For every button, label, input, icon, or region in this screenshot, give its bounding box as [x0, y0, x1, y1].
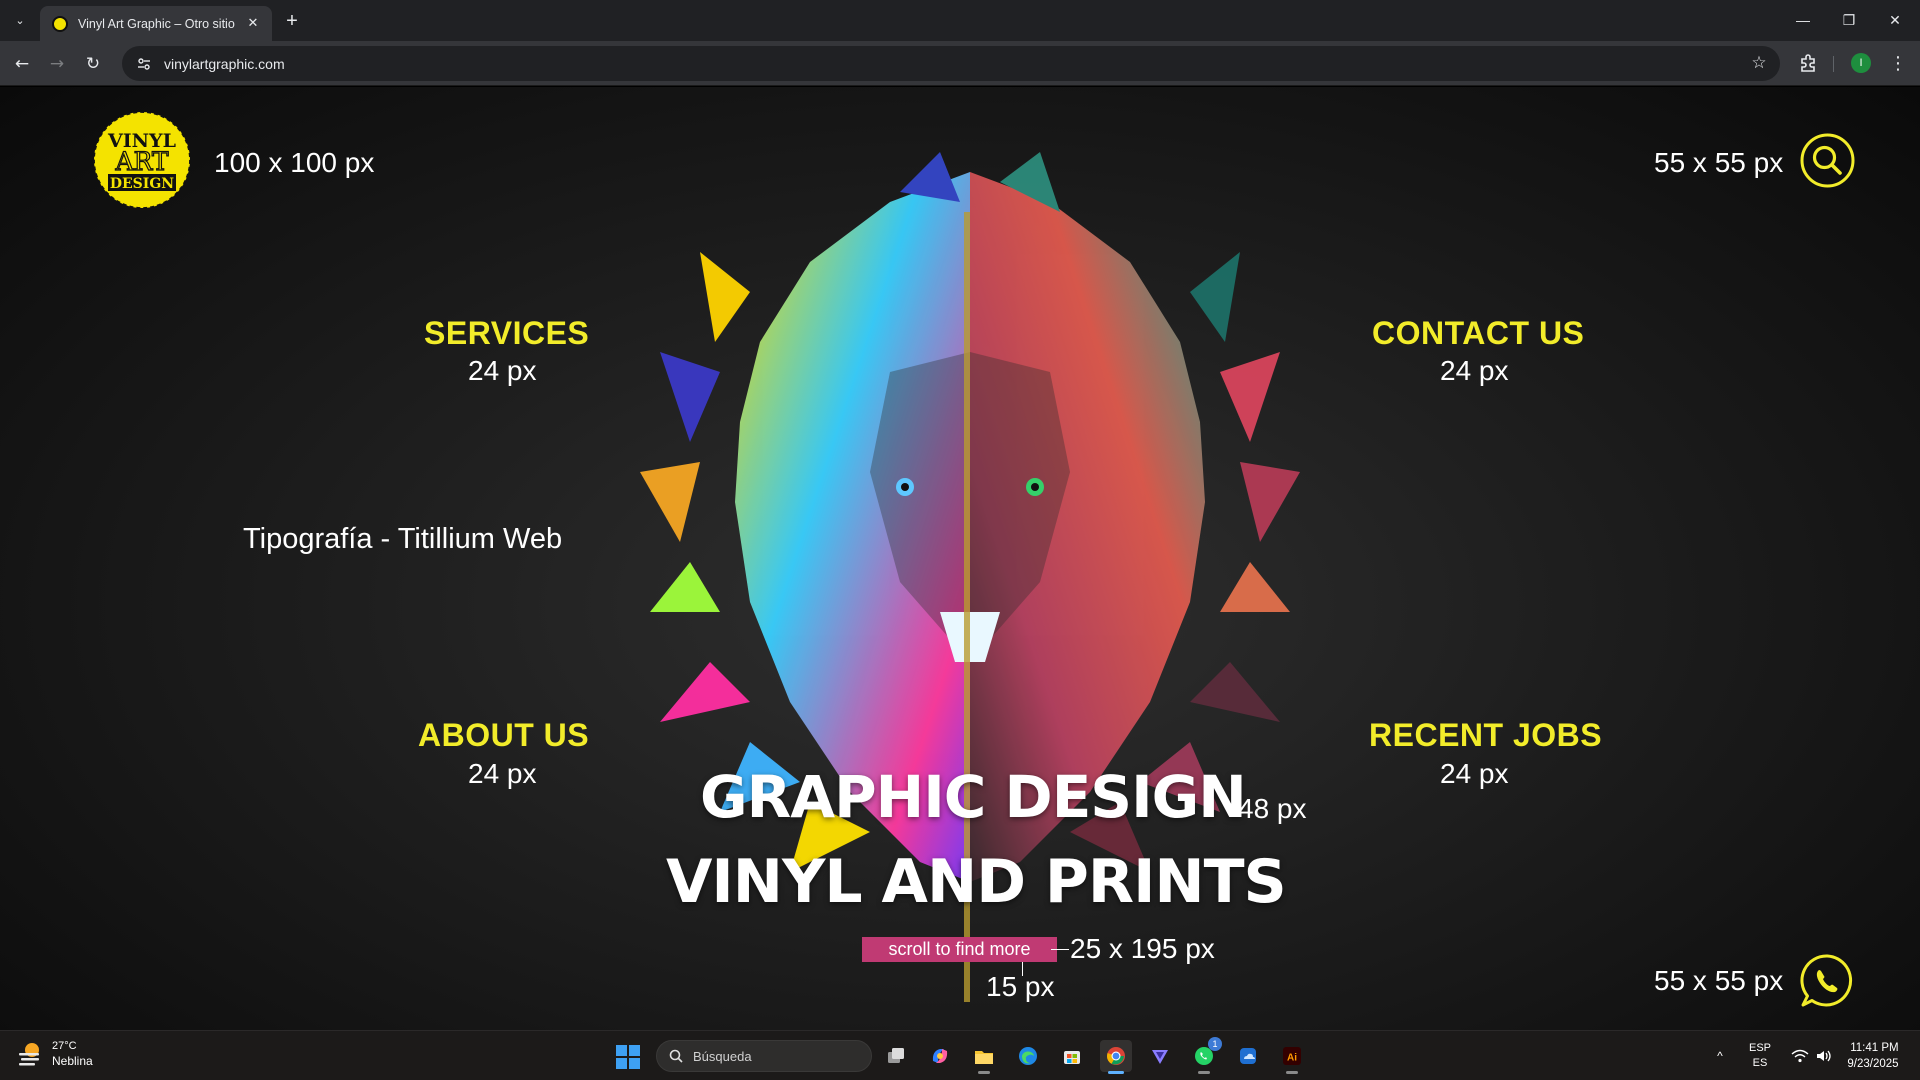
nav-services[interactable]: SERVICES — [424, 315, 589, 352]
address-bar[interactable]: vinylartgraphic.com ☆ — [122, 46, 1780, 81]
logo-size-note: 100 x 100 px — [214, 147, 375, 178]
toolbar-divider — [1833, 56, 1834, 72]
contact-size-note: 24 px — [1440, 355, 1509, 386]
page-viewport: VINYL ART DESIGN 100 x 100 px 55 x 55 px — [0, 87, 1920, 1030]
folder-icon — [975, 1051, 993, 1064]
reload-button[interactable]: ↻ — [79, 50, 107, 78]
clock-time: 11:41 PM — [1850, 1042, 1899, 1054]
file-explorer-app[interactable] — [968, 1040, 1000, 1074]
store-icon — [1064, 1051, 1080, 1064]
nav-about-us[interactable]: ABOUT US — [418, 717, 589, 754]
bookmark-star-icon[interactable]: ☆ — [1748, 52, 1770, 74]
restore-button[interactable]: ❐ — [1826, 0, 1872, 40]
whatsapp-notification-badge: 1 — [1208, 1037, 1222, 1051]
site-favicon-icon — [52, 15, 68, 32]
edge-app[interactable] — [1012, 1040, 1044, 1072]
scroll-size-note: 25 x 195 px — [1070, 933, 1215, 964]
logo-text-art: ART — [114, 147, 168, 176]
search-size-note: 55 x 55 px — [1654, 147, 1784, 178]
windows-start-icon[interactable] — [616, 1045, 640, 1069]
task-view-icon — [888, 1048, 904, 1063]
browser-menu-icon[interactable]: ⋮ — [1886, 51, 1910, 75]
hero-title-size-note: 48 px — [1238, 793, 1307, 824]
language-indicator[interactable]: ESP ES — [1744, 1031, 1776, 1080]
onedrive-icon — [1240, 1048, 1256, 1064]
show-hidden-icons-button[interactable]: ^ — [1708, 1031, 1732, 1080]
weather-widget[interactable]: 27°C Neblina — [16, 1039, 93, 1069]
illustrator-app[interactable]: Ai — [1276, 1040, 1308, 1074]
recent-size-note: 24 px — [1440, 758, 1509, 789]
back-button[interactable]: ← — [8, 50, 36, 78]
svg-text:Ai: Ai — [1287, 1053, 1297, 1064]
task-view-app[interactable] — [880, 1040, 912, 1072]
proton-vpn-app[interactable] — [1144, 1040, 1176, 1072]
url-text: vinylartgraphic.com — [164, 55, 285, 72]
weather-condition: Neblina — [52, 1054, 93, 1068]
onedrive-app[interactable] — [1232, 1040, 1264, 1072]
chrome-app[interactable] — [1100, 1040, 1132, 1074]
whatsapp-size-note: 55 x 55 px — [1654, 965, 1784, 996]
windows-taskbar: 27°C Neblina Búsqueda 1 Ai ^ ESP ES 11:4… — [0, 1030, 1920, 1080]
browser-tabstrip: ⌄ Vinyl Art Graphic – Otro sitio realiza… — [0, 0, 1920, 41]
taskbar-search-placeholder: Búsqueda — [693, 1048, 752, 1064]
nav-recent-jobs[interactable]: RECENT JOBS — [1369, 717, 1602, 754]
running-indicator — [978, 1071, 990, 1074]
search-icon[interactable] — [1800, 133, 1855, 188]
whatsapp-app[interactable]: 1 — [1188, 1037, 1222, 1074]
wifi-icon — [1791, 1049, 1809, 1063]
nav-contact-us[interactable]: CONTACT US — [1372, 315, 1584, 352]
volume-icon — [1817, 1050, 1831, 1062]
scroll-font-size-note: 15 px — [986, 971, 1055, 1002]
search-icon — [669, 1049, 683, 1063]
hero-title-graphic-design: GRAPHIC DESIGN — [700, 763, 1247, 831]
chrome-icon — [1107, 1047, 1125, 1065]
about-size-note: 24 px — [468, 758, 537, 789]
tab-close-icon[interactable]: ✕ — [244, 15, 262, 33]
extensions-icon[interactable] — [1796, 51, 1820, 75]
language-top: ESP — [1748, 1042, 1771, 1054]
copilot-app[interactable] — [924, 1040, 956, 1072]
tab-title: Vinyl Art Graphic – Otro sitio realizado… — [78, 16, 238, 31]
browser-tab[interactable]: Vinyl Art Graphic – Otro sitio realizado… — [40, 6, 272, 41]
profile-avatar[interactable]: I — [1851, 53, 1871, 73]
forward-button[interactable]: → — [43, 50, 71, 78]
scroll-size-pointer — [1051, 949, 1069, 950]
new-tab-button[interactable]: + — [280, 9, 304, 33]
taskbar-search-box[interactable]: Búsqueda — [656, 1040, 872, 1072]
vpn-icon — [1152, 1050, 1168, 1064]
edge-icon — [1019, 1047, 1037, 1065]
weather-temperature: 27°C — [52, 1040, 77, 1052]
minimize-button[interactable]: — — [1780, 0, 1826, 40]
clock[interactable]: 11:41 PM 9/23/2025 — [1840, 1031, 1906, 1080]
network-volume-cluster[interactable] — [1784, 1031, 1840, 1080]
store-app[interactable] — [1056, 1040, 1088, 1072]
language-bottom: ES — [1752, 1057, 1768, 1069]
clock-date: 9/23/2025 — [1847, 1058, 1899, 1070]
running-indicator — [1198, 1071, 1210, 1074]
logo-text-design: DESIGN — [110, 176, 174, 192]
running-indicator — [1108, 1071, 1124, 1074]
browser-toolbar: ← → ↻ vinylartgraphic.com ☆ I ⋮ — [0, 41, 1920, 86]
whatsapp-icon[interactable] — [1800, 953, 1855, 1008]
close-window-button[interactable]: ✕ — [1872, 0, 1918, 40]
site-info-icon[interactable] — [132, 52, 156, 76]
hero-title-vinyl-and-prints: VINYL AND PRINTS — [666, 847, 1287, 917]
running-indicator — [1286, 1071, 1298, 1074]
illustrator-icon: Ai — [1283, 1047, 1301, 1065]
copilot-icon — [932, 1049, 948, 1063]
weather-fog-icon — [19, 1043, 39, 1066]
vinyl-art-design-logo[interactable]: VINYL ART DESIGN — [92, 110, 192, 210]
scroll-to-find-more-button[interactable]: scroll to find more — [862, 937, 1057, 962]
services-size-note: 24 px — [468, 355, 537, 386]
typography-note: Tipografía - Titillium Web — [243, 523, 563, 555]
tab-search-button[interactable]: ⌄ — [8, 8, 32, 32]
